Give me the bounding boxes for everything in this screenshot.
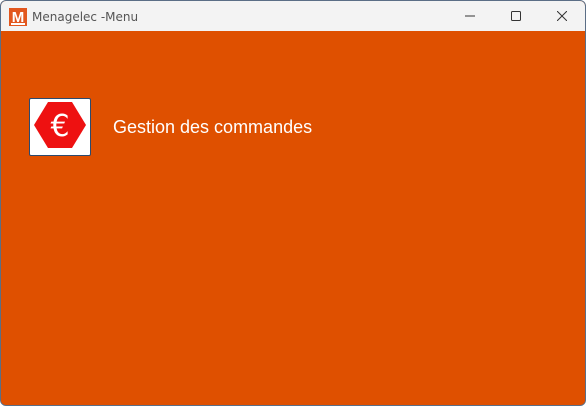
menu-item-label[interactable]: Gestion des commandes: [113, 117, 312, 138]
menu-icon-button[interactable]: €: [29, 98, 91, 156]
app-logo-icon: M: [9, 8, 27, 26]
menu-item-gestion-commandes[interactable]: € Gestion des commandes: [29, 96, 312, 158]
close-button[interactable]: [539, 1, 585, 31]
app-window: M Menagelec -Menu € Gestion des commande…: [0, 0, 586, 406]
euro-octagon-icon: €: [33, 100, 87, 154]
maximize-button[interactable]: [493, 1, 539, 31]
title-bar[interactable]: M Menagelec -Menu: [1, 1, 585, 31]
minimize-icon: [465, 11, 475, 21]
svg-text:€: €: [50, 109, 69, 144]
close-icon: [557, 11, 567, 21]
minimize-button[interactable]: [447, 1, 493, 31]
maximize-icon: [511, 11, 521, 21]
menu-panel: € Gestion des commandes: [1, 31, 585, 405]
window-title: Menagelec -Menu: [32, 10, 139, 24]
